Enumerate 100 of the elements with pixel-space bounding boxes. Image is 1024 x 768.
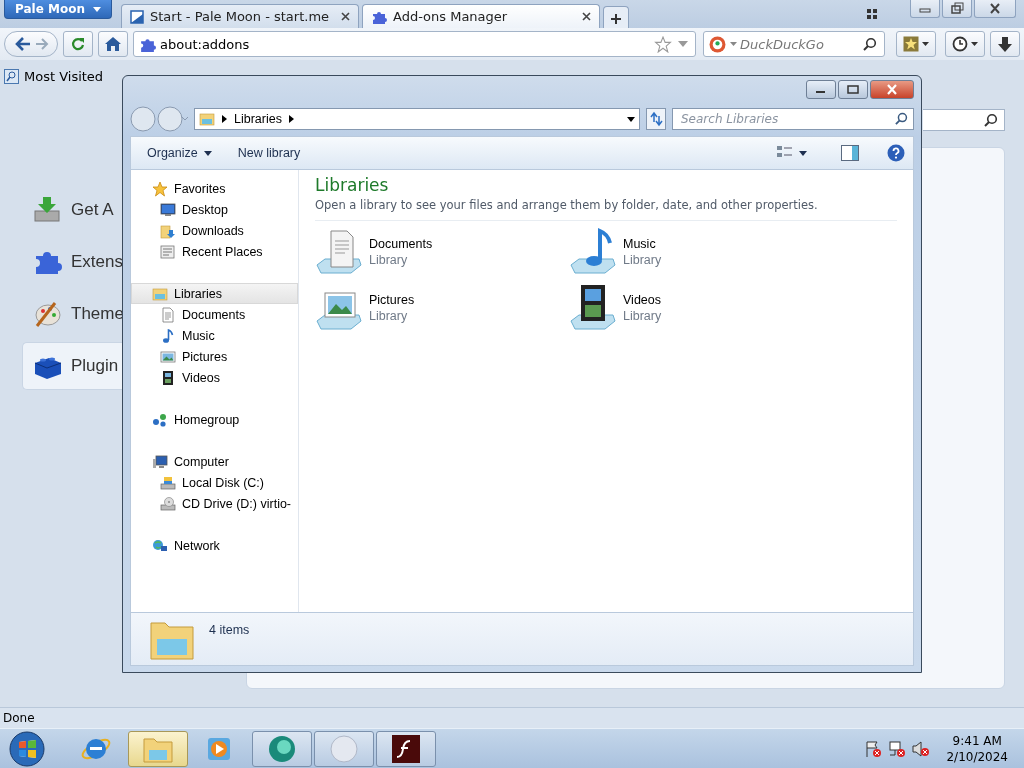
back-forward-button[interactable] [4, 31, 58, 57]
library-name[interactable]: Pictures [369, 293, 415, 307]
search-field[interactable]: Search Libraries [672, 108, 914, 130]
restore-icon [942, 0, 972, 18]
speaker-muted-icon [912, 739, 931, 758]
library-type: Library [623, 309, 662, 323]
star-box-icon [903, 36, 919, 52]
category-item[interactable]: Plugin [22, 342, 122, 390]
category-item[interactable]: Extens [22, 238, 122, 286]
download-arrow-icon [998, 36, 1012, 52]
toolbar-button[interactable]: Organize [139, 142, 220, 164]
nav-item[interactable]: Network [131, 535, 298, 556]
page-icon [130, 9, 144, 24]
dropdown-icon [627, 116, 635, 122]
close-icon [341, 12, 350, 21]
plus-icon [610, 13, 622, 25]
history-button[interactable] [945, 31, 985, 57]
address-field[interactable]: about:addons [133, 31, 696, 57]
arrow-right-icon [222, 115, 227, 123]
clock[interactable]: 9:41 AM 2/10/2024 [946, 732, 1008, 765]
refresh-icon [646, 108, 666, 130]
library-type: Library [369, 253, 409, 267]
description-text: Open a library to see your files and arrange them by folder, date, and other properties. [315, 198, 897, 221]
star-icon [152, 180, 168, 197]
downloads-button[interactable] [990, 31, 1020, 57]
toolbar-button[interactable]: New library [229, 142, 309, 164]
app-menu-button[interactable]: Pale Moon [4, 0, 112, 19]
dropdown-icon [678, 41, 688, 47]
star-outline-icon [654, 35, 672, 53]
caret-icon [922, 42, 929, 46]
home-button[interactable] [98, 31, 128, 57]
download-folder-icon [160, 222, 176, 239]
nav-item[interactable]: Downloads [131, 220, 298, 241]
new-tab-button[interactable] [603, 6, 629, 28]
library-folder-icon [152, 285, 168, 302]
back-arrow-icon [13, 36, 32, 52]
close-icon [582, 12, 591, 21]
addons-search-field[interactable] [923, 109, 1005, 131]
arrow-right-icon [288, 115, 294, 123]
bookmark-link[interactable]: Most Visited [4, 68, 104, 84]
library-name[interactable]: Music [623, 237, 662, 251]
minimize-icon [910, 0, 940, 18]
library-name[interactable]: Videos [623, 293, 662, 307]
search-field[interactable]: DuckDuckGo [703, 31, 885, 57]
nav-item[interactable]: Desktop [131, 199, 298, 220]
flag-error-icon [864, 739, 883, 758]
computer-icon [152, 453, 168, 470]
nav-item[interactable]: Homegroup [131, 409, 298, 430]
film-library-icon [569, 283, 619, 331]
nav-item[interactable]: Favorites [131, 178, 298, 199]
search-icon [984, 113, 998, 127]
flash-icon [390, 732, 422, 765]
music-library-icon [569, 227, 619, 275]
network-nodes-icon [152, 411, 168, 428]
library-name[interactable]: Documents [369, 237, 433, 251]
taskbar-button[interactable] [376, 730, 436, 767]
browser-tab[interactable]: Start - Pale Moon - start.me [121, 4, 359, 28]
caret-icon [203, 150, 212, 156]
nav-item[interactable]: Libraries [131, 283, 298, 304]
clock-icon [952, 36, 968, 52]
duck-logo-icon [709, 35, 726, 53]
browser-tab[interactable]: Add-ons Manager [362, 4, 600, 28]
category-item[interactable]: Get A [22, 186, 122, 234]
music-note-icon [160, 327, 176, 344]
nav-item[interactable]: CD Drive (D:) virtio- [131, 493, 298, 514]
caret-icon [971, 42, 978, 46]
nav-item[interactable]: Pictures [131, 346, 298, 367]
film-icon [160, 369, 176, 386]
caret-icon [730, 42, 737, 46]
preview-pane-icon [841, 145, 859, 161]
search-icon [863, 37, 877, 51]
clock-date: 2/10/2024 [946, 748, 1008, 765]
nav-item[interactable]: Computer [131, 451, 298, 472]
caret-icon [93, 6, 101, 12]
hard-drive-icon [160, 474, 176, 491]
sphere-icon [328, 732, 360, 765]
nav-item[interactable]: Music [131, 325, 298, 346]
tab-grid-icon [867, 9, 877, 19]
help-icon [887, 144, 905, 162]
disc-drive-icon [160, 495, 176, 512]
item-count: 4 items [209, 623, 250, 637]
palette-icon [33, 299, 63, 329]
close-icon [974, 0, 1016, 18]
address-bar[interactable]: Libraries [194, 108, 640, 130]
home-icon [105, 37, 121, 51]
landscape-image-icon [160, 348, 176, 365]
network-error-icon [888, 739, 907, 758]
bookmarks-button[interactable] [896, 31, 936, 57]
breadcrumb-link[interactable]: Libraries [234, 112, 282, 126]
reload-button[interactable] [63, 31, 93, 57]
nav-item[interactable]: Local Disk (C:) [131, 472, 298, 493]
nav-item[interactable]: Recent Places [131, 241, 298, 262]
monitor-icon [160, 201, 176, 218]
nav-item[interactable]: Documents [131, 304, 298, 325]
reload-icon [71, 37, 85, 51]
nav-item[interactable]: Videos [131, 367, 298, 388]
category-item[interactable]: Theme [22, 290, 122, 338]
search-page-icon [4, 68, 19, 84]
window-list-icon [160, 243, 176, 260]
heading: Libraries [315, 175, 390, 195]
